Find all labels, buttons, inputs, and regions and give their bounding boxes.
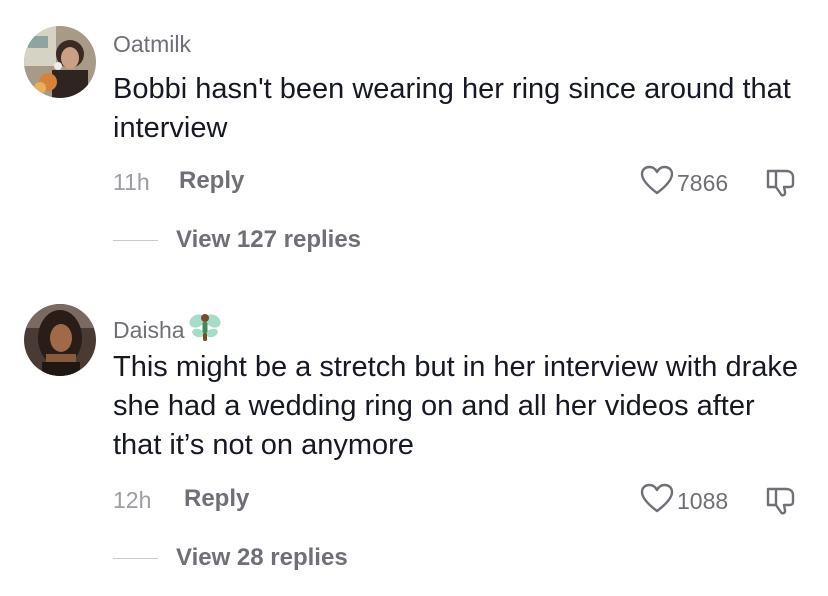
view-replies-button[interactable]: View 28 replies	[113, 544, 348, 572]
username[interactable]: Oatmilk	[113, 31, 191, 58]
fairy-emoji-icon	[187, 309, 223, 351]
reply-button[interactable]: Reply	[184, 485, 249, 513]
view-replies-label: View 127 replies	[176, 226, 362, 253]
heart-icon	[640, 165, 674, 202]
view-replies-button[interactable]: View 127 replies	[113, 226, 361, 254]
avatar[interactable]	[24, 26, 96, 98]
comment-text: Bobbi hasn't been wearing her ring since…	[113, 73, 791, 144]
thumbs-down-icon	[764, 169, 796, 202]
like-button[interactable]: 1088	[640, 483, 728, 520]
username[interactable]: Daisha	[113, 309, 223, 351]
like-button[interactable]: 7866	[640, 165, 728, 202]
divider-line	[113, 239, 158, 241]
thumbs-down-icon	[764, 487, 796, 520]
dislike-button[interactable]	[764, 166, 796, 203]
view-replies-label: View 28 replies	[176, 544, 348, 571]
like-count: 1088	[677, 488, 729, 514]
divider-line	[113, 557, 158, 559]
timestamp: 12h	[113, 487, 152, 513]
comment-text: This might be a stretch but in her inter…	[113, 351, 799, 461]
reply-button[interactable]: Reply	[179, 167, 244, 195]
like-count: 7866	[677, 170, 729, 196]
avatar[interactable]	[24, 304, 96, 376]
heart-icon	[640, 483, 674, 520]
dislike-button[interactable]	[764, 484, 796, 521]
timestamp: 11h	[113, 169, 150, 195]
